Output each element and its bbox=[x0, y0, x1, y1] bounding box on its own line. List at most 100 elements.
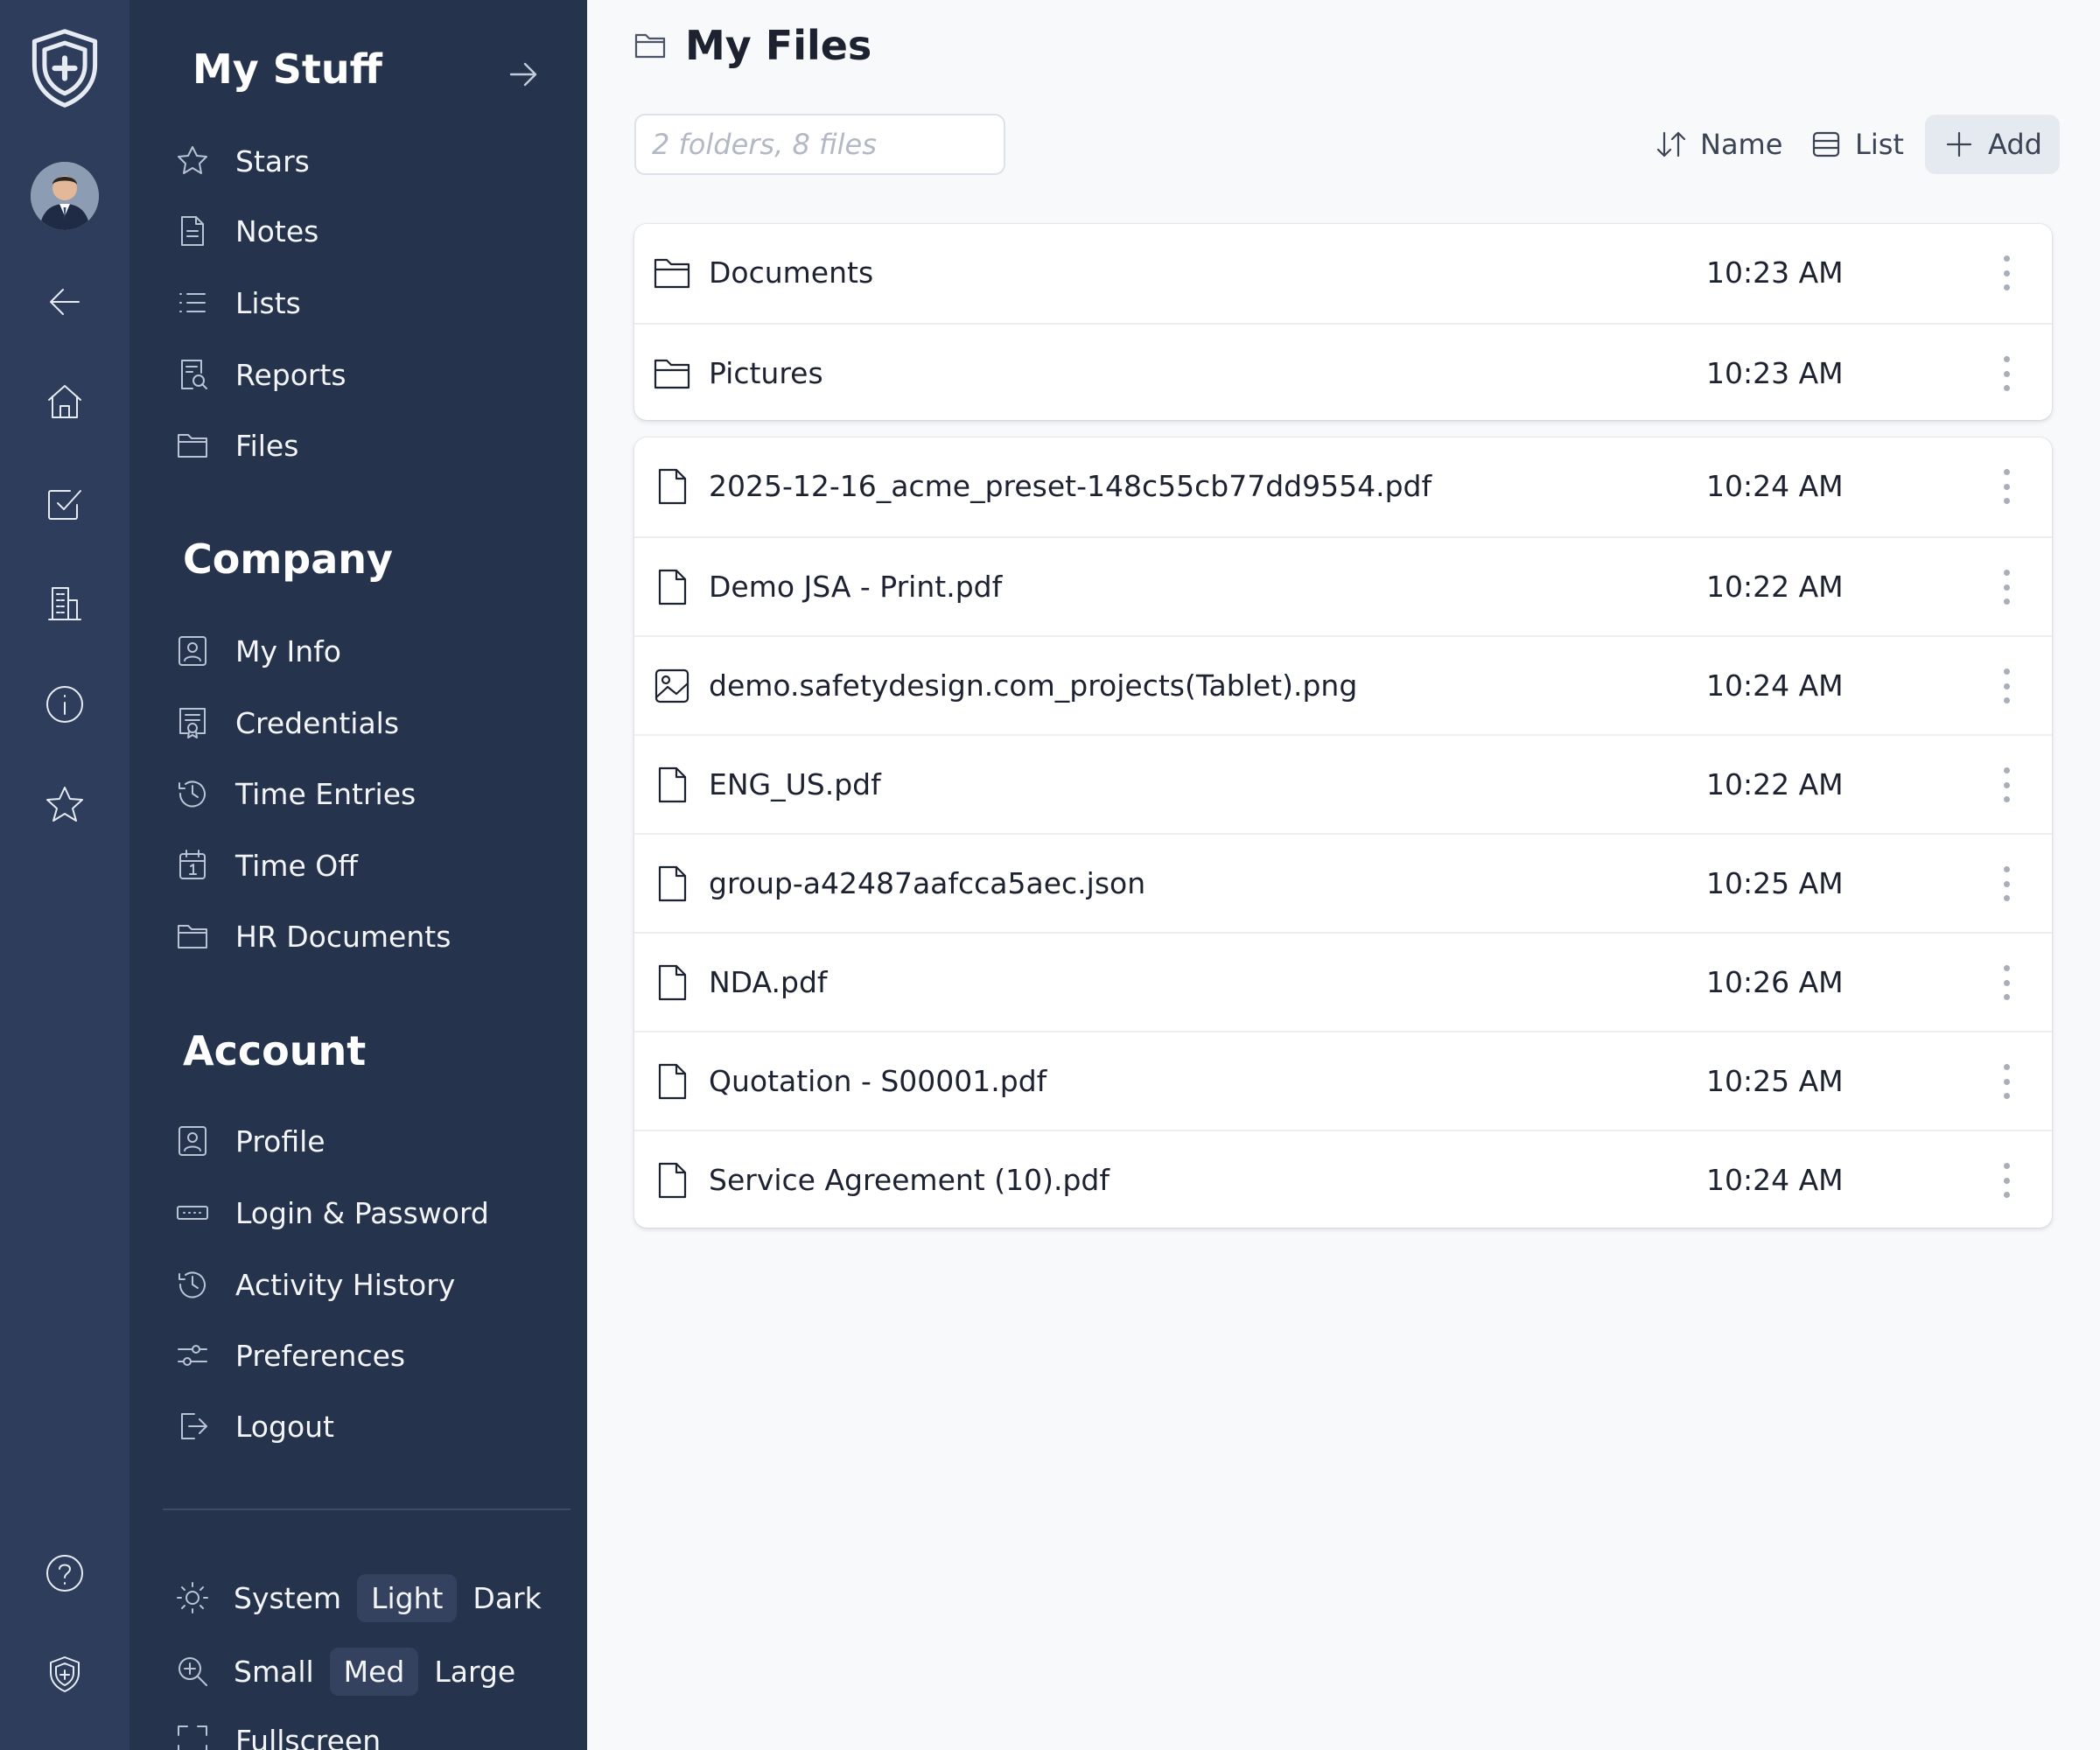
clock-icon bbox=[175, 776, 210, 811]
sidebar-item-preferences[interactable]: Preferences bbox=[175, 1328, 560, 1382]
more-options-icon[interactable] bbox=[1989, 566, 2024, 608]
item-name: demo.safetydesign.com_projects(Tablet).p… bbox=[709, 668, 1358, 703]
list-item[interactable]: Documents 10:23 AM bbox=[634, 224, 2052, 323]
sliders-icon bbox=[175, 1338, 210, 1373]
item-time: 10:26 AM bbox=[1706, 965, 1844, 999]
arrow-left-icon[interactable] bbox=[0, 262, 130, 341]
item-name: Demo JSA - Print.pdf bbox=[709, 570, 1003, 604]
sidebar-item-activity-history[interactable]: Activity History bbox=[175, 1257, 560, 1312]
list-item[interactable]: Demo JSA - Print.pdf 10:22 AM bbox=[634, 536, 2052, 635]
view-toggle-button[interactable]: List bbox=[1810, 115, 1904, 174]
sidebar-item-label: Fullscreen bbox=[235, 1723, 382, 1750]
item-name: group-a42487aafcca5aec.json bbox=[709, 866, 1146, 900]
sidebar-item-notes[interactable]: Notes bbox=[175, 204, 560, 258]
item-name: Service Agreement (10).pdf bbox=[709, 1163, 1110, 1197]
size-option-med[interactable]: Med bbox=[329, 1647, 419, 1696]
size-option-large[interactable]: Large bbox=[420, 1648, 529, 1696]
shield-logo-icon[interactable] bbox=[0, 24, 130, 112]
sidebar-item-login-password[interactable]: Login & Password bbox=[175, 1186, 560, 1240]
search-field[interactable] bbox=[634, 114, 1005, 175]
list-item[interactable]: NDA.pdf 10:26 AM bbox=[634, 932, 2052, 1031]
folder-icon bbox=[652, 253, 692, 293]
search-input[interactable] bbox=[652, 128, 988, 161]
star-icon[interactable] bbox=[0, 766, 130, 844]
item-time: 10:25 AM bbox=[1706, 1064, 1844, 1098]
sidebar-item-credentials[interactable]: Credentials bbox=[175, 696, 560, 750]
sidebar-item-reports[interactable]: Reports bbox=[175, 347, 560, 402]
item-name: ENG_US.pdf bbox=[709, 767, 881, 802]
section-title-account: Account bbox=[183, 1027, 367, 1074]
sidebar-item-logout[interactable]: Logout bbox=[175, 1399, 560, 1453]
sort-label: Name bbox=[1700, 128, 1783, 161]
more-options-icon[interactable] bbox=[1989, 353, 2024, 395]
item-time: 10:22 AM bbox=[1706, 767, 1844, 802]
item-name: Documents bbox=[709, 256, 874, 290]
list-icon bbox=[175, 285, 210, 320]
sidebar-item-lists[interactable]: Lists bbox=[175, 276, 560, 330]
certificate-icon bbox=[175, 705, 210, 740]
more-options-icon[interactable] bbox=[1989, 252, 2024, 294]
sidebar-item-time-entries[interactable]: Time Entries bbox=[175, 766, 560, 821]
more-options-icon[interactable] bbox=[1989, 665, 2024, 707]
page-title: My Files bbox=[685, 22, 872, 69]
list-item[interactable]: ENG_US.pdf 10:22 AM bbox=[634, 734, 2052, 833]
more-options-icon[interactable] bbox=[1989, 466, 2024, 508]
building-icon[interactable] bbox=[0, 564, 130, 643]
more-options-icon[interactable] bbox=[1989, 1060, 2024, 1102]
theme-option-dark[interactable]: Dark bbox=[458, 1574, 555, 1622]
shield-small-icon[interactable] bbox=[0, 1635, 130, 1714]
home-icon[interactable] bbox=[0, 362, 130, 441]
sidebar-item-time-off[interactable]: Time Off bbox=[175, 838, 560, 892]
theme-option-light[interactable]: Light bbox=[357, 1573, 458, 1622]
more-options-icon[interactable] bbox=[1989, 962, 2024, 1004]
report-icon bbox=[175, 357, 210, 392]
file-icon bbox=[652, 962, 692, 1003]
info-icon[interactable] bbox=[0, 665, 130, 744]
item-time: 10:24 AM bbox=[1706, 668, 1844, 703]
arrow-right-icon[interactable] bbox=[506, 57, 541, 92]
password-icon bbox=[175, 1195, 210, 1230]
file-icon bbox=[652, 765, 692, 805]
sidebar-item-profile[interactable]: Profile bbox=[175, 1114, 560, 1168]
sort-button[interactable]: Name bbox=[1655, 115, 1782, 174]
main-content: My Files Name List Add Documents 10:23 A… bbox=[587, 0, 2100, 1750]
star-icon bbox=[175, 144, 210, 178]
more-options-icon[interactable] bbox=[1989, 863, 2024, 905]
add-button[interactable]: Add bbox=[1925, 115, 2060, 174]
sidebar-item-hr-documents[interactable]: HR Documents bbox=[175, 909, 560, 963]
list-item[interactable]: 2025-12-16_acme_preset-148c55cb77dd9554.… bbox=[634, 438, 2052, 536]
size-toggle: Small Med Large bbox=[175, 1642, 531, 1700]
icon-rail bbox=[0, 0, 130, 1750]
history-icon bbox=[175, 1267, 210, 1302]
more-options-icon[interactable] bbox=[1989, 1159, 2024, 1201]
list-item[interactable]: demo.safetydesign.com_projects(Tablet).p… bbox=[634, 635, 2052, 734]
file-icon bbox=[652, 466, 692, 507]
more-options-icon[interactable] bbox=[1989, 764, 2024, 806]
logout-icon bbox=[175, 1409, 210, 1444]
sidebar-panel: My Stuff Stars Notes Lists Reports Files… bbox=[130, 0, 587, 1750]
folder-icon bbox=[175, 919, 210, 954]
sidebar-item-label: Reports bbox=[235, 357, 346, 392]
sort-icon bbox=[1656, 131, 1686, 158]
sidebar-item-fullscreen[interactable]: Fullscreen bbox=[175, 1713, 560, 1750]
list-item[interactable]: group-a42487aafcca5aec.json 10:25 AM bbox=[634, 833, 2052, 932]
sidebar-item-files[interactable]: Files bbox=[175, 418, 560, 472]
size-option-small[interactable]: Small bbox=[234, 1648, 328, 1696]
list-item[interactable]: Service Agreement (10).pdf 10:24 AM bbox=[634, 1130, 2052, 1228]
list-item[interactable]: Pictures 10:23 AM bbox=[634, 323, 2052, 422]
theme-option-system[interactable]: System bbox=[234, 1574, 355, 1622]
sidebar-item-label: Stars bbox=[235, 144, 310, 178]
sidebar-item-stars[interactable]: Stars bbox=[175, 134, 560, 188]
sidebar-item-label: Time Entries bbox=[235, 776, 416, 811]
avatar[interactable] bbox=[31, 162, 99, 230]
sun-icon bbox=[175, 1580, 210, 1615]
sidebar-item-my-info[interactable]: My Info bbox=[175, 624, 560, 678]
file-icon bbox=[652, 1061, 692, 1102]
sidebar-item-label: Profile bbox=[235, 1124, 326, 1158]
sidebar-item-label: Login & Password bbox=[235, 1195, 489, 1230]
sidebar-item-label: Files bbox=[235, 428, 299, 463]
list-item[interactable]: Quotation - S00001.pdf 10:25 AM bbox=[634, 1031, 2052, 1130]
checkbox-icon[interactable] bbox=[0, 464, 130, 542]
sidebar-title: My Stuff bbox=[192, 46, 382, 93]
help-icon[interactable] bbox=[0, 1534, 130, 1613]
